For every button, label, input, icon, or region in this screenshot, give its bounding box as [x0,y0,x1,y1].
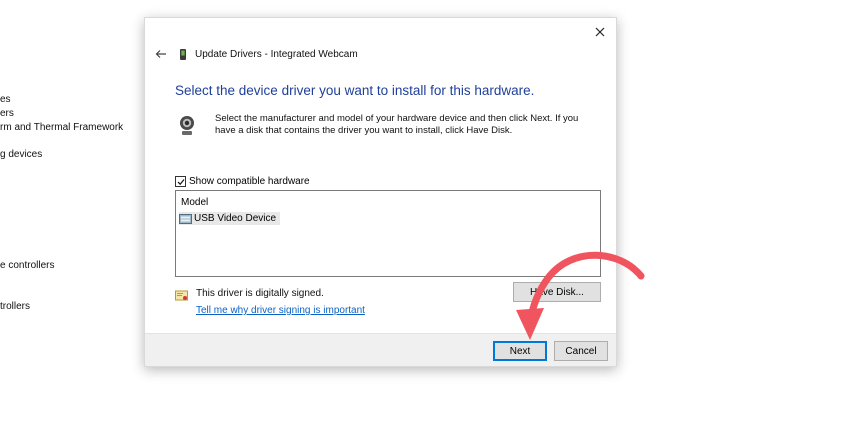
model-listbox[interactable]: Model USB Video Device [175,190,601,277]
page-heading: Select the device driver you want to ins… [175,83,535,98]
tree-item[interactable]: e controllers [0,260,54,271]
checkbox[interactable] [175,176,186,187]
driver-icon [179,213,192,224]
dialog-header: Update Drivers - Integrated Webcam [151,46,358,62]
cancel-button[interactable]: Cancel [554,341,608,361]
device-icon [179,48,189,61]
signed-status-text: This driver is digitally signed. [196,288,324,299]
dialog-title: Update Drivers - Integrated Webcam [195,48,358,60]
checkbox-label: Show compatible hardware [189,176,310,187]
tree-item[interactable]: trollers [0,301,30,312]
dialog-footer: Next Cancel [145,333,616,366]
instruction-text: Select the manufacturer and model of you… [215,113,579,136]
list-header: Model [181,197,209,208]
tree-item[interactable]: es [0,94,11,105]
device-manager-tree: es ers rm and Thermal Framework g device… [0,0,140,425]
close-button[interactable] [590,22,610,42]
list-item[interactable]: USB Video Device [179,212,281,225]
tree-item[interactable]: g devices [0,149,42,160]
next-button[interactable]: Next [493,341,547,361]
have-disk-button[interactable]: Have Disk... [513,282,601,302]
checkmark-icon [177,178,184,185]
back-button[interactable] [151,46,171,62]
tree-item[interactable]: ers [0,108,14,119]
driver-signing-link[interactable]: Tell me why driver signing is important [196,305,365,316]
show-compatible-hardware-checkbox[interactable]: Show compatible hardware [175,176,310,187]
update-drivers-dialog: Update Drivers - Integrated Webcam Selec… [144,17,617,367]
webcam-icon [178,115,196,137]
certificate-icon [175,289,188,301]
list-item-label: USB Video Device [194,213,277,224]
close-icon [595,27,605,37]
back-arrow-icon [155,50,166,58]
tree-item[interactable]: rm and Thermal Framework [0,122,123,133]
